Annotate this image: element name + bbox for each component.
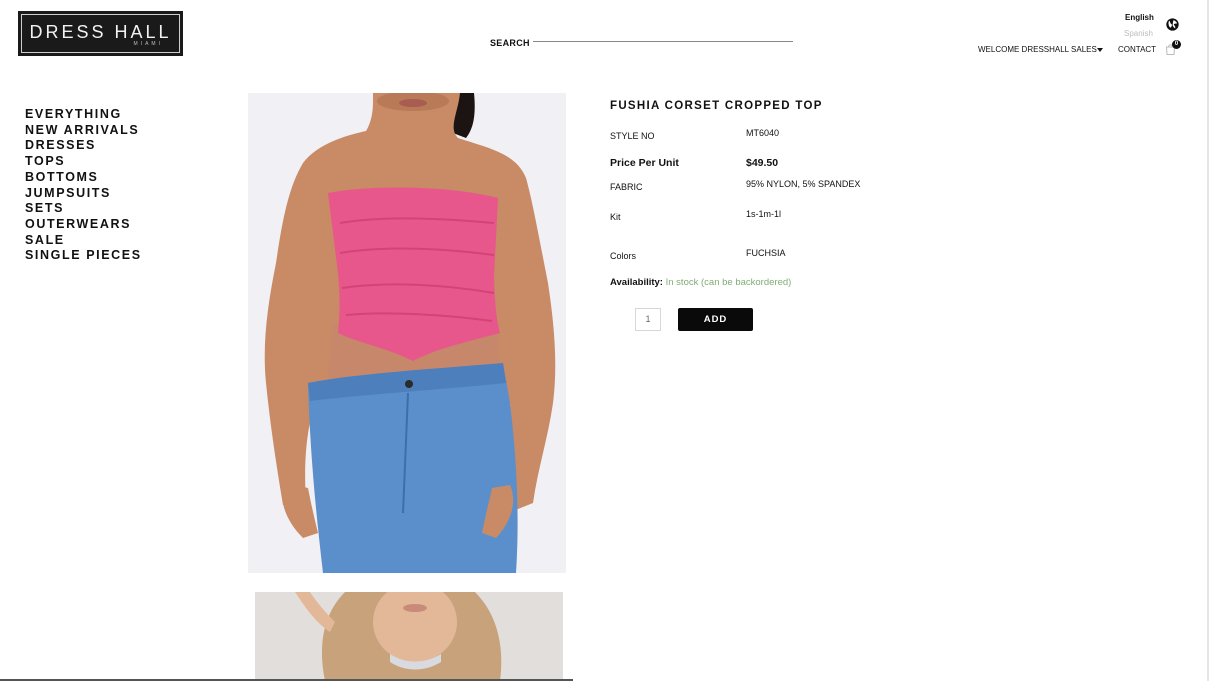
add-to-cart-button[interactable]: ADD <box>678 308 753 331</box>
quantity-input[interactable]: 1 <box>635 308 661 331</box>
logo-frame: DRESS HALL MIAMI <box>21 14 180 53</box>
availability-status: In stock (can be backordered) <box>665 277 792 288</box>
nav-item-new-arrivals[interactable]: NEW ARRIVALS <box>25 123 142 139</box>
product-title: FUSHIA CORSET CROPPED TOP <box>610 100 823 112</box>
account-menu[interactable]: WELCOME DRESSHALL SALES <box>978 45 1097 54</box>
product-photo <box>248 93 566 573</box>
product-main-image[interactable] <box>248 93 566 573</box>
caret-down-icon[interactable] <box>1097 48 1103 52</box>
nav-item-outerwears[interactable]: OUTERWEARS <box>25 217 142 233</box>
secondary-photo <box>255 592 563 681</box>
nav-item-bottoms[interactable]: BOTTOMS <box>25 170 142 186</box>
search-label: SEARCH <box>490 38 530 48</box>
contact-link[interactable]: CONTACT <box>1118 45 1156 54</box>
style-no-label: STYLE NO <box>610 131 655 141</box>
nav-item-jumpsuits[interactable]: JUMPSUITS <box>25 186 142 202</box>
globe-icon[interactable] <box>1166 18 1179 31</box>
availability: Availability: In stock (can be backorder… <box>610 277 791 288</box>
nav-item-sets[interactable]: SETS <box>25 201 142 217</box>
nav-item-everything[interactable]: EVERYTHING <box>25 107 142 123</box>
price-value: $49.50 <box>746 157 779 169</box>
nav-item-sale[interactable]: SALE <box>25 233 142 249</box>
colors-value: FUCHSIA <box>746 248 786 258</box>
logo-title: DRESS HALL <box>29 21 172 42</box>
cart-count-badge: 0 <box>1172 40 1181 49</box>
nav-item-tops[interactable]: TOPS <box>25 154 142 170</box>
language-english[interactable]: English <box>1125 13 1154 22</box>
fabric-label: FABRIC <box>610 182 643 192</box>
product-secondary-image[interactable] <box>255 592 563 681</box>
availability-label: Availability: <box>610 277 663 288</box>
search-input[interactable] <box>533 41 793 42</box>
kit-label: Kit <box>610 212 621 222</box>
fabric-value: 95% NYLON, 5% SPANDEX <box>746 179 861 189</box>
kit-value: 1s-1m-1l <box>746 209 782 219</box>
logo-subtitle: MIAMI <box>133 40 163 47</box>
colors-label: Colors <box>610 251 637 261</box>
category-nav: EVERYTHING NEW ARRIVALS DRESSES TOPS BOT… <box>25 107 142 264</box>
style-no-value: MT6040 <box>746 128 780 138</box>
price-label: Price Per Unit <box>610 157 679 169</box>
nav-item-single-pieces[interactable]: SINGLE PIECES <box>25 248 142 264</box>
brand-logo[interactable]: DRESS HALL MIAMI <box>18 11 183 56</box>
language-spanish[interactable]: Spanish <box>1124 29 1153 38</box>
nav-item-dresses[interactable]: DRESSES <box>25 138 142 154</box>
